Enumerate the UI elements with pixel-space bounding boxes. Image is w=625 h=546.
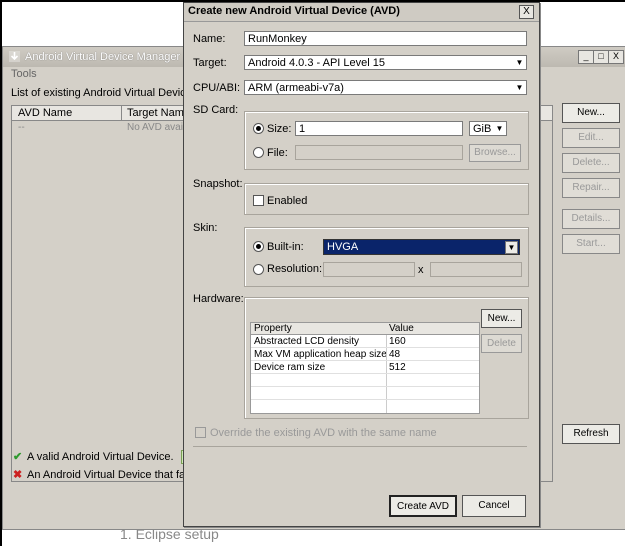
cpu-abi-label: CPU/ABI: xyxy=(193,82,241,94)
skin-builtin-label: Built-in: xyxy=(267,241,304,253)
hardware-column-value[interactable]: Value xyxy=(386,323,479,335)
resolution-width-input[interactable] xyxy=(323,262,415,277)
avd-list-caption: List of existing Android Virtual Devices… xyxy=(11,87,189,99)
minimize-button[interactable]: _ xyxy=(578,50,594,64)
sdcard-size-radio[interactable] xyxy=(253,123,264,134)
hardware-delete-button[interactable]: Delete xyxy=(481,334,522,353)
cancel-button[interactable]: Cancel xyxy=(462,495,526,517)
table-row-value[interactable]: 48 xyxy=(386,349,479,361)
legend-valid-text: A valid Android Virtual Device. xyxy=(27,451,174,463)
close-button[interactable]: X xyxy=(608,50,624,64)
resolution-height-input[interactable] xyxy=(430,262,522,277)
table-row-property[interactable]: Device ram size xyxy=(251,362,386,374)
create-avd-button[interactable]: Create AVD xyxy=(389,495,457,517)
checkmark-icon: ✔ xyxy=(13,451,23,463)
skin-resolution-radio[interactable] xyxy=(253,264,264,275)
error-x-icon: ✖ xyxy=(13,469,23,481)
target-select-value: Android 4.0.3 - API Level 15 xyxy=(248,57,385,69)
dialog-close-button[interactable]: X xyxy=(519,5,534,19)
sdcard-label: SD Card: xyxy=(193,104,239,116)
table-row-value[interactable]: 160 xyxy=(386,336,479,348)
browse-button[interactable]: Browse... xyxy=(469,144,521,162)
android-download-icon xyxy=(9,51,20,62)
start-avd-button[interactable]: Start... xyxy=(562,234,620,254)
chevron-down-icon: ▼ xyxy=(505,241,518,254)
sdcard-size-label: Size: xyxy=(267,123,292,135)
dialog-titlebar: Create new Android Virtual Device (AVD) … xyxy=(184,3,539,22)
table-row-empty xyxy=(251,388,479,400)
edit-avd-button[interactable]: Edit... xyxy=(562,128,620,148)
resolution-x-label: x xyxy=(418,264,424,276)
skin-label: Skin: xyxy=(193,222,218,234)
sdcard-file-radio[interactable] xyxy=(253,147,264,158)
table-row-value[interactable]: 512 xyxy=(386,362,479,374)
chevron-down-icon: ▼ xyxy=(515,58,524,67)
hardware-table[interactable]: Property Value Abstracted LCD density 16… xyxy=(250,322,480,414)
skin-builtin-radio[interactable] xyxy=(253,241,264,252)
snapshot-enabled-label: Enabled xyxy=(267,195,308,207)
override-label: Override the existing AVD with the same … xyxy=(210,427,437,439)
column-avd-name[interactable]: AVD Name xyxy=(18,107,72,119)
details-avd-button[interactable]: Details... xyxy=(562,209,620,229)
sdcard-file-input[interactable] xyxy=(295,145,463,160)
sdcard-unit-select[interactable]: GiB ▼ xyxy=(469,121,507,136)
avd-empty-name: -- xyxy=(18,122,25,133)
table-row-empty xyxy=(251,375,479,387)
hardware-column-property[interactable]: Property xyxy=(251,323,386,335)
refresh-button[interactable]: Refresh xyxy=(562,424,620,444)
column-target-name[interactable]: Target Name xyxy=(127,107,190,119)
hardware-label: Hardware: xyxy=(193,293,244,305)
skin-builtin-select[interactable]: HVGA ▼ xyxy=(323,239,520,255)
legend-failed-text: An Android Virtual Device that failed xyxy=(27,469,203,481)
snapshot-label: Snapshot: xyxy=(193,178,243,190)
column-divider xyxy=(121,106,122,120)
cpu-abi-select-value: ARM (armeabi-v7a) xyxy=(248,82,344,94)
sdcard-file-label: File: xyxy=(267,147,288,159)
override-checkbox[interactable] xyxy=(195,427,206,438)
name-input[interactable]: RunMonkey xyxy=(244,31,527,46)
dialog-title: Create new Android Virtual Device (AVD) xyxy=(188,5,400,17)
menu-tools[interactable]: Tools xyxy=(11,68,37,80)
legend-failed: ✖ An Android Virtual Device that failed xyxy=(13,468,202,481)
name-label: Name: xyxy=(193,33,226,45)
target-label: Target: xyxy=(193,57,227,69)
skin-group xyxy=(244,227,529,287)
delete-avd-button[interactable]: Delete... xyxy=(562,153,620,173)
chevron-down-icon: ▼ xyxy=(515,83,524,92)
table-row-property[interactable]: Max VM application heap size xyxy=(251,349,386,361)
skin-resolution-label: Resolution: xyxy=(267,263,323,275)
sdcard-size-input[interactable]: 1 xyxy=(295,121,463,136)
avd-manager-title: Android Virtual Device Manager xyxy=(25,51,181,63)
avd-empty-target: No AVD availa xyxy=(127,122,191,133)
hardware-new-button[interactable]: New... xyxy=(481,309,522,328)
sdcard-unit-value: GiB xyxy=(473,123,492,135)
cpu-abi-select[interactable]: ARM (armeabi-v7a) ▼ xyxy=(244,80,527,95)
target-select[interactable]: Android 4.0.3 - API Level 15 ▼ xyxy=(244,55,527,70)
chevron-down-icon: ▼ xyxy=(495,124,504,133)
table-row-property[interactable]: Abstracted LCD density xyxy=(251,336,386,348)
legend-valid: ✔A valid Android Virtual Device. A xyxy=(13,450,204,465)
new-avd-button[interactable]: New... xyxy=(562,103,620,123)
snapshot-enabled-checkbox[interactable] xyxy=(253,195,264,206)
skin-builtin-value: HVGA xyxy=(327,241,359,253)
repair-avd-button[interactable]: Repair... xyxy=(562,178,620,198)
dialog-separator xyxy=(193,446,527,447)
maximize-button[interactable]: □ xyxy=(593,50,609,64)
